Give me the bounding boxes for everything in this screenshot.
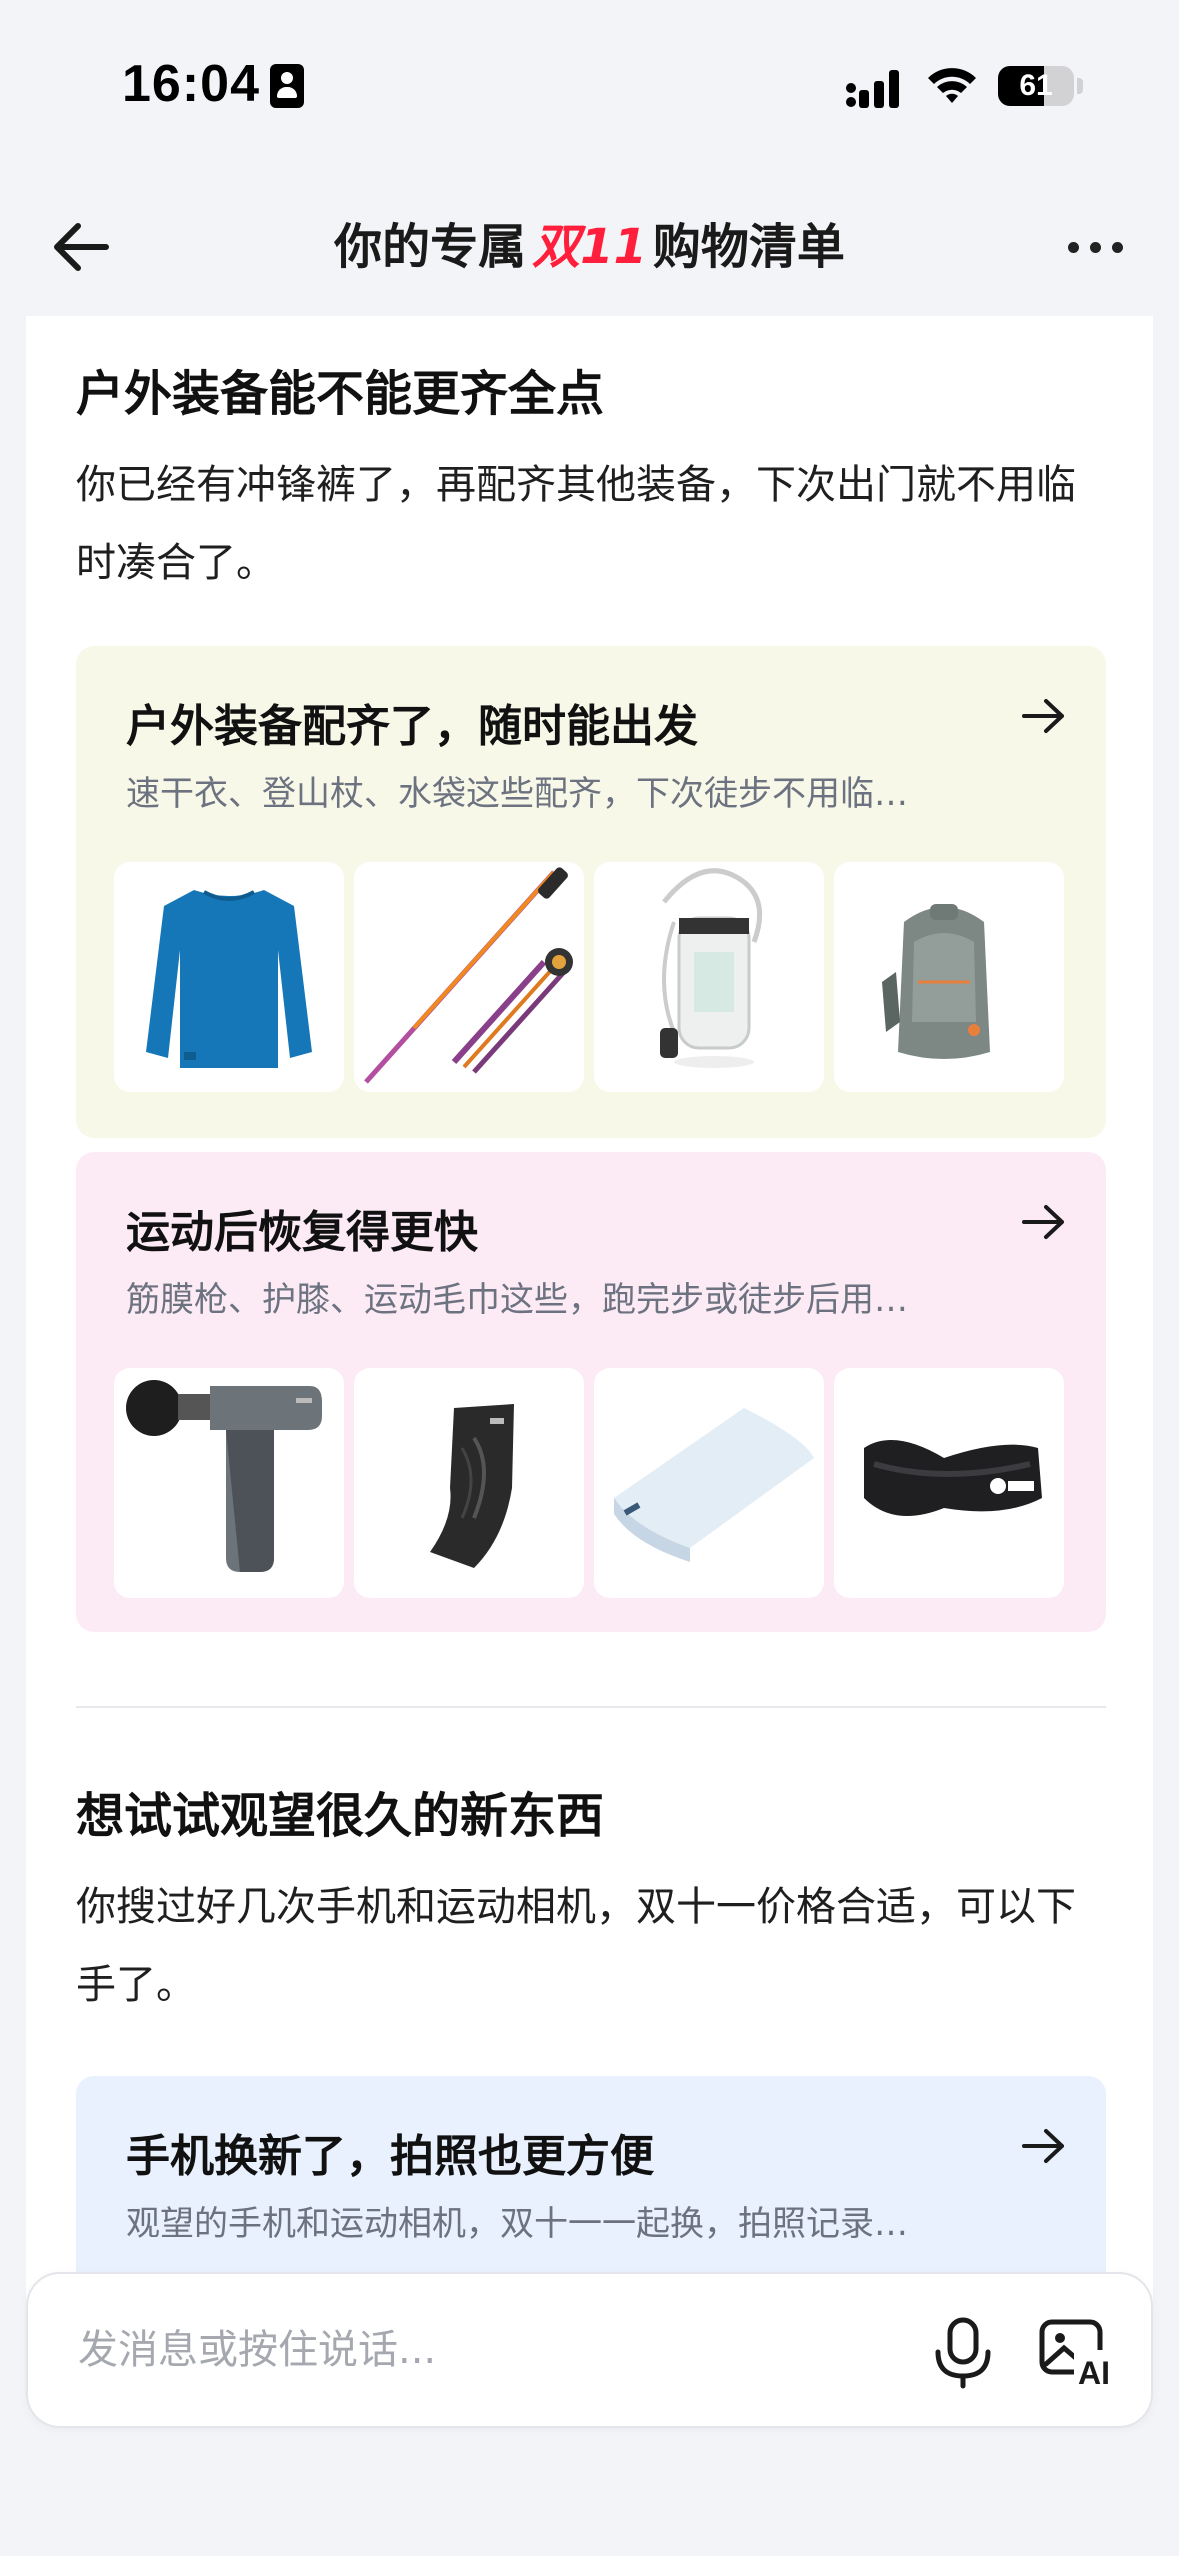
product-thumb-waist-belt[interactable] [834, 1368, 1064, 1598]
card-title: 手机换新了，拍照也更方便 [126, 2131, 654, 2182]
message-composer: AI [26, 2272, 1153, 2428]
card-subtitle: 观望的手机和运动相机，双十一一起换，拍照记录… [126, 2204, 908, 2244]
backpack-image [882, 904, 990, 1059]
recommendation-card-outdoor[interactable]: 户外装备配齐了，随时能出发 速干衣、登山杖、水袋这些配齐，下次徒步不用临… [76, 646, 1106, 1138]
trekking-poles-image [364, 867, 573, 1084]
wifi-icon [928, 68, 976, 103]
card-title: 运动后恢复得更快 [126, 1207, 478, 1258]
arrow-right-icon[interactable] [1020, 1202, 1068, 1242]
knee-brace-image [430, 1404, 514, 1568]
status-bar: 16:04 61 [0, 0, 1179, 170]
blue-shirt-image [146, 890, 312, 1068]
status-time: 16:04 [122, 55, 260, 113]
shopping-list-content: 户外装备能不能更齐全点 你已经有冲锋裤了，再配齐其他装备，下次出门就不用临时凑合… [26, 316, 1153, 2316]
product-thumb-poles[interactable] [354, 862, 584, 1092]
massage-gun-image [126, 1380, 322, 1572]
product-thumb-towel[interactable] [594, 1368, 824, 1598]
more-button[interactable] [1060, 222, 1130, 272]
card-subtitle: 筋膜枪、护膝、运动毛巾这些，跑完步或徒步后用… [126, 1280, 908, 1320]
message-input[interactable] [78, 2274, 878, 2426]
product-thumbnails [114, 1368, 1068, 1598]
section-title: 户外装备能不能更齐全点 [76, 366, 605, 422]
product-thumb-bladder[interactable] [594, 862, 824, 1092]
title-prefix: 你的专属 [334, 219, 527, 275]
arrow-right-icon[interactable] [1020, 2126, 1068, 2166]
hydration-bladder-image [660, 868, 763, 1068]
cellular-signal-icon [846, 70, 899, 108]
battery-level: 61 [1019, 69, 1053, 102]
product-thumb-shirt[interactable] [114, 862, 344, 1092]
contact-card-icon [270, 64, 304, 108]
more-dot [1112, 242, 1123, 253]
product-thumbnails [114, 862, 1068, 1092]
title-suffix: 购物清单 [652, 219, 845, 275]
page-title: 你的专属 双11 购物清单 [0, 210, 1179, 284]
section-description: 你已经有冲锋裤了，再配齐其他装备，下次出门就不用临时凑合了。 [76, 462, 1076, 586]
double-eleven-logo: 双11 [532, 219, 647, 275]
arrow-right-icon[interactable] [1020, 696, 1068, 736]
product-thumb-backpack[interactable] [834, 862, 1064, 1092]
recommendation-card-recovery[interactable]: 运动后恢复得更快 筋膜枪、护膝、运动毛巾这些，跑完步或徒步后用… [76, 1152, 1106, 1632]
waist-belt-image [864, 1440, 1042, 1516]
product-thumb-knee-brace[interactable] [354, 1368, 584, 1598]
card-title: 户外装备配齐了，随时能出发 [126, 701, 698, 752]
more-dot [1068, 242, 1079, 253]
sports-towel-image [614, 1408, 814, 1562]
more-dot [1090, 242, 1101, 253]
section-title: 想试试观望很久的新东西 [76, 1788, 605, 1844]
nav-bar: 你的专属 双11 购物清单 [0, 170, 1179, 320]
microphone-icon[interactable] [928, 2314, 998, 2390]
ai-image-icon[interactable]: AI [1038, 2316, 1118, 2388]
battery-tip [1077, 78, 1083, 94]
section-description: 你搜过好几次手机和运动相机，双十一价格合适，可以下手了。 [76, 1884, 1076, 2008]
section-divider [76, 1706, 1106, 1708]
svg-text:AI: AI [1078, 2355, 1110, 2388]
battery-icon: 61 [998, 66, 1074, 106]
card-subtitle: 速干衣、登山杖、水袋这些配齐，下次徒步不用临… [126, 774, 908, 814]
product-thumb-massage-gun[interactable] [114, 1368, 344, 1598]
